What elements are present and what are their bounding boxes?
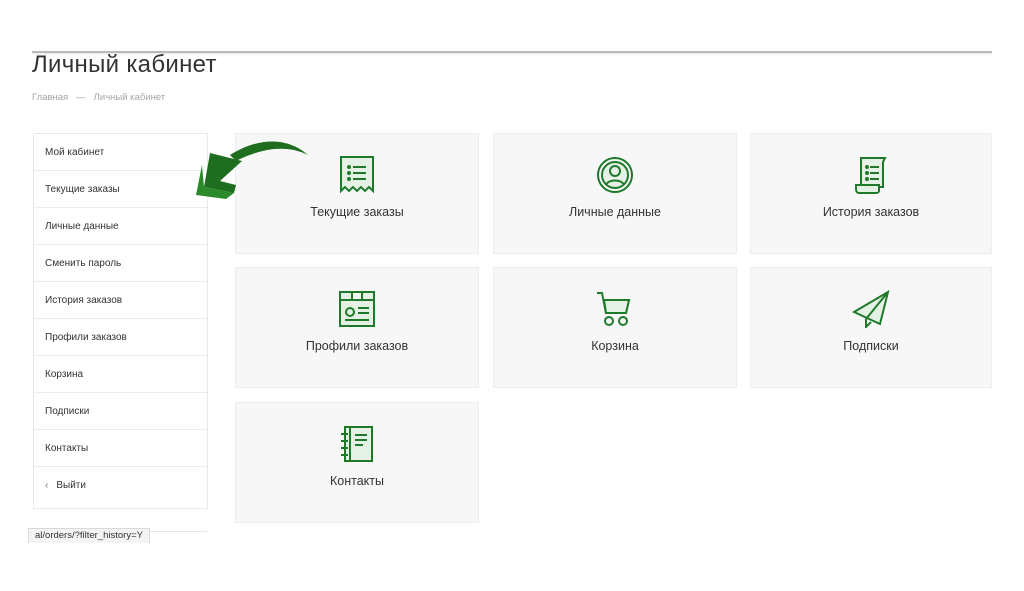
sidebar-item-label: Текущие заказы xyxy=(45,183,120,195)
annotation-arrow-icon xyxy=(196,141,308,199)
tile-subscriptions[interactable]: Подписки xyxy=(750,267,992,388)
sidebar-item-order-history[interactable]: История заказов xyxy=(34,282,207,319)
tile-cart[interactable]: Корзина xyxy=(493,267,737,388)
receipt-icon xyxy=(340,156,374,194)
breadcrumb-home-link[interactable]: Главная xyxy=(32,92,68,103)
cart-icon xyxy=(597,292,631,326)
sidebar-item-label: История заказов xyxy=(45,294,123,306)
sidebar-item-label: Корзина xyxy=(45,368,84,380)
tile-label: Подписки xyxy=(843,339,899,353)
sidebar-item-label: Контакты xyxy=(45,442,89,454)
sidebar-item-change-password[interactable]: Сменить пароль xyxy=(34,245,207,282)
sidebar-item-label: Мой кабинет xyxy=(45,146,105,158)
breadcrumb-current: Личный кабинет xyxy=(93,92,166,103)
scroll-icon xyxy=(855,157,887,194)
sidebar-item-subscriptions[interactable]: Подписки xyxy=(34,393,207,430)
sidebar-item-personal-data[interactable]: Личные данные xyxy=(34,208,207,245)
sidebar-item-label: Профили заказов xyxy=(45,331,127,343)
sidebar-item-order-profiles[interactable]: Профили заказов xyxy=(34,319,207,356)
sidebar-item-label: Подписки xyxy=(45,405,90,417)
breadcrumb-separator: — xyxy=(76,92,86,103)
sidebar-item-label: Сменить пароль xyxy=(45,257,122,269)
sidebar-item-contacts[interactable]: Контакты xyxy=(34,430,207,467)
sidebar-item-current-orders[interactable]: Текущие заказы xyxy=(34,171,207,208)
tile-personal-data[interactable]: Личные данные xyxy=(493,133,737,254)
tile-label: История заказов xyxy=(822,205,920,219)
tile-label: Личные данные xyxy=(569,205,661,219)
sidebar-menu: Мой кабинет Текущие заказы Личные данные… xyxy=(33,133,208,509)
tile-order-profiles[interactable]: Профили заказов xyxy=(235,267,479,388)
tile-label: Контакты xyxy=(330,474,384,488)
tile-order-history[interactable]: История заказов xyxy=(750,133,992,254)
sidebar-item-my-cabinet[interactable]: Мой кабинет xyxy=(34,134,207,171)
sidebar-item-label: Выйти xyxy=(56,480,86,491)
user-circle-icon xyxy=(597,157,633,193)
sidebar-item-logout[interactable]: ‹ Выйти xyxy=(34,467,207,504)
chevron-left-icon: ‹ xyxy=(45,480,49,491)
sidebar-item-cart[interactable]: Корзина xyxy=(34,356,207,393)
tile-label: Текущие заказы xyxy=(310,205,404,219)
paper-plane-icon xyxy=(852,290,890,328)
sidebar-item-label: Личные данные xyxy=(45,220,119,232)
page-title: Личный кабинет xyxy=(32,51,217,78)
status-bar-url: al/orders/?filter_history=Y xyxy=(28,528,150,543)
tile-label: Корзина xyxy=(591,339,639,353)
profile-card-icon xyxy=(339,291,375,327)
breadcrumb: Главная — Личный кабинет xyxy=(32,92,165,103)
tile-contacts[interactable]: Контакты xyxy=(235,402,479,523)
status-divider xyxy=(150,531,207,532)
notebook-icon xyxy=(341,426,373,462)
tile-label: Профили заказов xyxy=(305,339,409,353)
